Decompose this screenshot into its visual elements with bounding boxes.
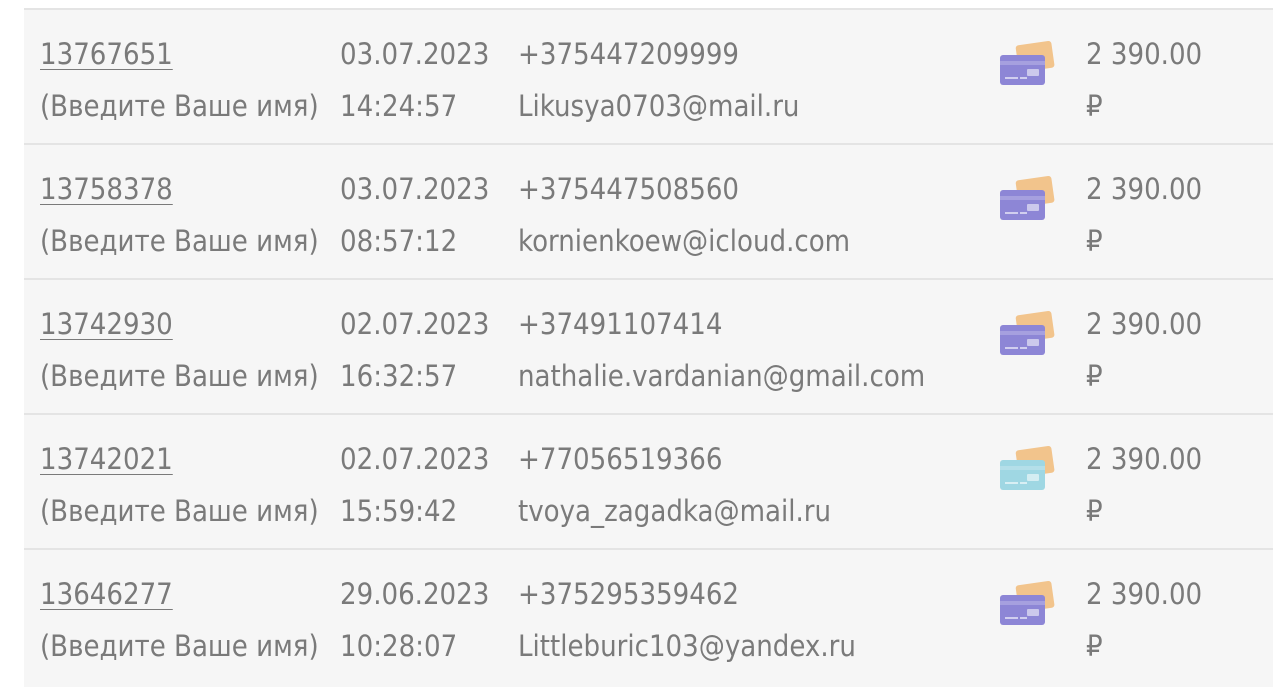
order-cell: 13758378 (Введите Ваше имя) [40,163,319,267]
order-time: 08:57:12 [340,224,458,258]
customer-phone: +375447209999 [518,37,740,71]
order-total: 2 390.00 ₽ [1086,568,1202,672]
order-total: 2 390.00 ₽ [1086,298,1202,402]
customer-name: (Введите Ваше имя) [40,494,319,528]
table-row: 13742930 (Введите Ваше имя) 02.07.2023 1… [24,280,1273,415]
payment-method [998,580,1056,628]
customer-phone: +375295359462 [518,577,740,611]
order-time: 14:24:57 [340,89,458,123]
order-cell: 13646277 (Введите Ваше имя) [40,568,319,672]
currency-sign: ₽ [1086,494,1103,528]
order-amount: 2 390.00 [1086,577,1203,611]
customer-contact: +375295359462 Littleburic103@yandex.ru [518,568,856,672]
customer-name: (Введите Ваше имя) [40,629,319,663]
order-time: 10:28:07 [340,629,458,663]
order-date: 03.07.2023 [340,172,490,206]
table-row: 13758378 (Введите Ваше имя) 03.07.2023 0… [24,145,1273,280]
order-datetime: 02.07.2023 15:59:42 [340,433,489,537]
bank-card-icon [1000,311,1055,355]
customer-email: kornienkoew@icloud.com [518,224,851,258]
customer-phone: +77056519366 [518,442,723,476]
order-amount: 2 390.00 [1086,307,1203,341]
order-time: 15:59:42 [340,494,458,528]
customer-name: (Введите Ваше имя) [40,89,319,123]
order-date: 02.07.2023 [340,307,490,341]
customer-email: Littleburic103@yandex.ru [518,629,856,663]
payment-method [998,40,1056,88]
customer-email: nathalie.vardanian@gmail.com [518,359,926,393]
customer-contact: +375447209999 Likusya0703@mail.ru [518,28,799,132]
currency-sign: ₽ [1086,629,1103,663]
payment-method [998,310,1056,358]
order-id-link[interactable]: 13646277 [40,568,319,620]
order-amount: 2 390.00 [1086,37,1203,71]
order-id-link[interactable]: 13742930 [40,298,319,350]
order-total: 2 390.00 ₽ [1086,163,1202,267]
order-time: 16:32:57 [340,359,458,393]
order-date: 03.07.2023 [340,37,490,71]
orders-table: 13767651 (Введите Ваше имя) 03.07.2023 1… [24,8,1273,687]
order-date: 02.07.2023 [340,442,490,476]
order-id-link[interactable]: 13758378 [40,163,319,215]
currency-sign: ₽ [1086,224,1103,258]
bank-card-icon [1000,41,1055,85]
currency-sign: ₽ [1086,89,1103,123]
customer-name: (Введите Ваше имя) [40,224,319,258]
payment-method [998,175,1056,223]
bank-card-icon [1000,581,1055,625]
order-datetime: 03.07.2023 14:24:57 [340,28,489,132]
customer-contact: +37491107414 nathalie.vardanian@gmail.co… [518,298,925,402]
customer-name: (Введите Ваше имя) [40,359,319,393]
order-total: 2 390.00 ₽ [1086,28,1202,132]
order-cell: 13742021 (Введите Ваше имя) [40,433,319,537]
customer-email: Likusya0703@mail.ru [518,89,800,123]
table-row: 13646277 (Введите Ваше имя) 29.06.2023 1… [24,550,1273,687]
customer-phone: +375447508560 [518,172,740,206]
order-cell: 13742930 (Введите Ваше имя) [40,298,319,402]
order-datetime: 02.07.2023 16:32:57 [340,298,489,402]
payment-method [998,445,1056,493]
customer-phone: +37491107414 [518,307,723,341]
order-id-link[interactable]: 13742021 [40,433,319,485]
table-row: 13767651 (Введите Ваше имя) 03.07.2023 1… [24,10,1273,145]
currency-sign: ₽ [1086,359,1103,393]
bank-card-icon [1000,446,1055,490]
order-amount: 2 390.00 [1086,172,1203,206]
bank-card-icon [1000,176,1055,220]
order-amount: 2 390.00 [1086,442,1203,476]
customer-contact: +77056519366 tvoya_zagadka@mail.ru [518,433,831,537]
customer-email: tvoya_zagadka@mail.ru [518,494,832,528]
order-datetime: 29.06.2023 10:28:07 [340,568,489,672]
order-datetime: 03.07.2023 08:57:12 [340,163,489,267]
order-id-link[interactable]: 13767651 [40,28,319,80]
table-row: 13742021 (Введите Ваше имя) 02.07.2023 1… [24,415,1273,550]
order-cell: 13767651 (Введите Ваше имя) [40,28,319,132]
order-total: 2 390.00 ₽ [1086,433,1202,537]
order-date: 29.06.2023 [340,577,490,611]
customer-contact: +375447508560 kornienkoew@icloud.com [518,163,850,267]
